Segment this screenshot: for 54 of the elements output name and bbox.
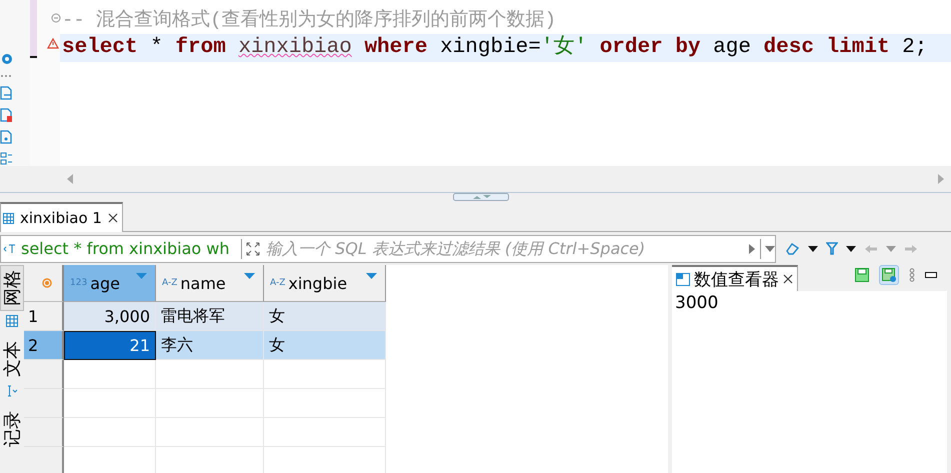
table-cell: 女 [264, 331, 386, 360]
panel-icon [676, 272, 690, 286]
table-cell: 女 [264, 302, 386, 331]
splitter-handle[interactable] [452, 193, 508, 201]
save-icon[interactable] [855, 268, 869, 282]
dropdown-icon[interactable] [765, 246, 775, 252]
eraser-icon[interactable] [786, 242, 800, 254]
more-icon[interactable] [0, 74, 12, 78]
table-icon [3, 212, 14, 224]
value-text: 3000 [674, 292, 720, 315]
table-cell: 李六 [156, 331, 264, 360]
results-tab-label: xinxibiao 1 [20, 209, 102, 227]
warning-icon [47, 38, 59, 49]
filter-input[interactable]: 输入一个 SQL 表达式来过滤结果 (使用 Ctrl+Space) [264, 238, 744, 259]
outline-icon[interactable] [0, 152, 12, 166]
code-line: -- 混合查询格式(查看性别为女的降序排列的前两个数据) [61, 8, 558, 33]
filter-icon[interactable] [826, 242, 838, 255]
results-tab[interactable]: xinxibiao 1 [0, 202, 123, 232]
caret-icon[interactable] [846, 246, 856, 252]
sort-caret-icon[interactable] [136, 273, 147, 279]
row-number[interactable]: 2 [24, 331, 64, 360]
view-tab[interactable]: 文本 [1, 337, 23, 381]
filter-field[interactable]: select * from xinxibiao wh 输入一个 SQL 表达式来过滤结果 (使用 Ctrl+Space) [0, 234, 776, 262]
run-icon[interactable] [748, 242, 756, 254]
row-header [24, 389, 64, 418]
filter-query: select * from xinxibiao wh [21, 239, 231, 258]
auto-save-button[interactable] [879, 265, 899, 285]
table-cell: 21 [64, 331, 156, 360]
sort-caret-icon[interactable] [244, 273, 255, 279]
view-tab[interactable]: 网格 [0, 265, 24, 311]
text-cursor-icon [7, 385, 17, 397]
view-tab[interactable]: 记录 [1, 407, 23, 451]
record-icon[interactable] [42, 278, 52, 288]
row-header [24, 418, 64, 447]
document-error-icon[interactable] [0, 108, 12, 122]
more-icon[interactable] [909, 268, 915, 282]
value-viewer-title: 数值查看器 [694, 268, 779, 290]
caret-icon[interactable] [808, 246, 818, 252]
close-icon[interactable] [783, 274, 793, 284]
close-icon[interactable] [108, 213, 118, 223]
sort-caret-icon[interactable] [366, 273, 377, 279]
scroll-right-icon[interactable] [937, 173, 945, 185]
value-viewer-tab[interactable]: 数值查看器 [672, 265, 798, 291]
scroll-left-icon[interactable] [66, 173, 74, 185]
expand-icon[interactable] [246, 242, 260, 256]
collapse-icon[interactable] [51, 13, 61, 23]
table-cell: 雷电将军 [156, 302, 264, 331]
sql-text-icon [3, 244, 17, 254]
row-number[interactable]: 1 [24, 302, 64, 331]
minimize-icon[interactable] [925, 272, 937, 278]
table-cell: 3,000 [64, 302, 156, 331]
row-header [24, 360, 64, 389]
grid-icon [6, 315, 18, 327]
change-marker [30, 0, 37, 58]
